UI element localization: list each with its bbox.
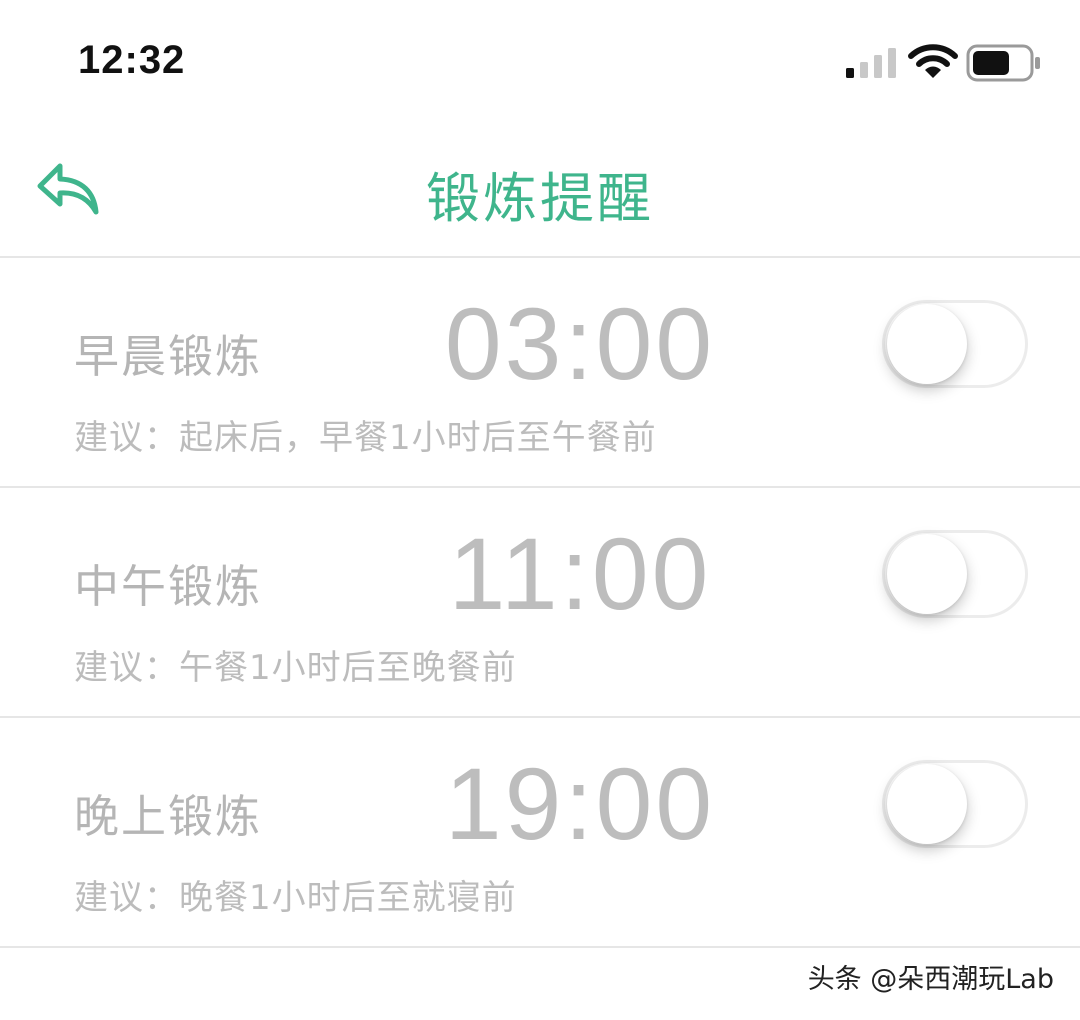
reminder-list: 早晨锻炼 03:00 建议：起床后，早餐1小时后至午餐前 中午锻炼 11:00 … xyxy=(0,258,1080,948)
reminder-row-morning: 早晨锻炼 03:00 建议：起床后，早餐1小时后至午餐前 xyxy=(0,258,1080,488)
reminder-row-noon: 中午锻炼 11:00 建议：午餐1小时后至晚餐前 xyxy=(0,488,1080,718)
toggle-knob xyxy=(887,304,967,384)
reminder-row-evening: 晚上锻炼 19:00 建议：晚餐1小时后至就寝前 xyxy=(0,718,1080,948)
reminder-label: 中午锻炼 xyxy=(74,560,263,613)
reminder-time[interactable]: 03:00 xyxy=(380,286,780,403)
toggle-knob xyxy=(887,764,967,844)
reminder-hint: 建议：午餐1小时后至晚餐前 xyxy=(74,648,517,688)
reminder-time[interactable]: 19:00 xyxy=(380,746,780,863)
reminder-toggle-morning[interactable] xyxy=(882,300,1028,388)
reminder-hint: 建议：晚餐1小时后至就寝前 xyxy=(74,878,517,918)
reminder-label: 早晨锻炼 xyxy=(74,330,263,383)
reminder-label: 晚上锻炼 xyxy=(74,790,263,843)
status-time: 12:32 xyxy=(78,38,186,82)
cellular-signal-icon xyxy=(846,48,896,78)
reminder-toggle-evening[interactable] xyxy=(882,760,1028,848)
nav-bar: 锻炼提醒 xyxy=(0,120,1080,258)
page-title: 锻炼提醒 xyxy=(426,167,654,230)
reminder-hint: 建议：起床后，早餐1小时后至午餐前 xyxy=(74,418,657,458)
reminder-time[interactable]: 11:00 xyxy=(380,516,780,633)
toggle-knob xyxy=(887,534,967,614)
status-bar: 12:32 xyxy=(0,0,1080,120)
watermark: 头条 @朵西潮玩Lab xyxy=(807,964,1054,995)
reminder-toggle-noon[interactable] xyxy=(882,530,1028,618)
wifi-icon xyxy=(908,44,958,78)
battery-icon xyxy=(966,44,1040,82)
